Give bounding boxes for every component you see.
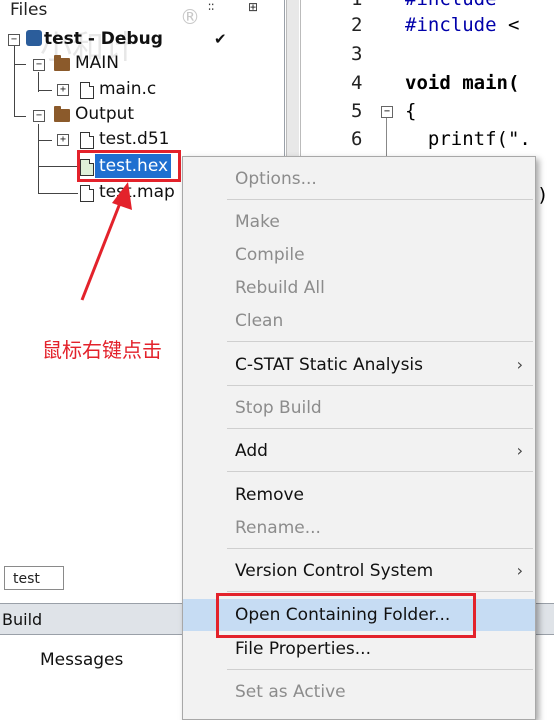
menu-separator (227, 591, 533, 592)
menu-item-stop-build[interactable]: Stop Build (183, 392, 535, 424)
menu-separator (227, 199, 533, 200)
menu-separator (227, 341, 533, 342)
messages-column-header[interactable]: Messages (40, 650, 123, 670)
line-number: 4 (351, 72, 363, 94)
submenu-chevron-icon: › (516, 441, 523, 460)
menu-item-rebuild-all[interactable]: Rebuild All (183, 272, 535, 304)
build-title: Build (2, 610, 43, 629)
menu-item-options[interactable]: Options... (183, 163, 535, 195)
highlight-box-open-containing-folder (216, 593, 476, 638)
menu-separator (227, 428, 533, 429)
menu-item-make[interactable]: Make (183, 206, 535, 238)
code-line: #include < (405, 14, 520, 36)
menu-separator (227, 669, 533, 670)
fold-toggle[interactable]: − (381, 106, 393, 118)
code-line: { (405, 100, 417, 122)
menu-separator (227, 471, 533, 472)
submenu-chevron-icon: › (516, 561, 523, 580)
line-number: 3 (351, 43, 363, 65)
menu-item-set-as-active[interactable]: Set as Active (183, 676, 535, 708)
menu-item-rename[interactable]: Rename... (183, 512, 535, 544)
line-number: 2 (351, 14, 363, 36)
menu-item-version-control[interactable]: Version Control System › (183, 555, 535, 587)
menu-item-clean[interactable]: Clean (183, 305, 535, 337)
menu-separator (227, 548, 533, 549)
annotation-text: 鼠标右键点击 (42, 338, 162, 362)
code-line: printf(". (405, 128, 531, 150)
code-line: ) (537, 184, 549, 206)
line-number: 6 (351, 128, 363, 150)
menu-item-c-stat[interactable]: C-STAT Static Analysis › (183, 349, 535, 381)
submenu-chevron-icon: › (516, 355, 523, 374)
menu-separator (227, 385, 533, 386)
line-number: 5 (351, 100, 363, 122)
menu-item-compile[interactable]: Compile (183, 239, 535, 271)
line-number: 1 (351, 0, 362, 10)
code-line: void main( (405, 72, 520, 94)
menu-item-remove[interactable]: Remove (183, 479, 535, 511)
menu-item-add[interactable]: Add › (183, 435, 535, 467)
code-line: #include (405, 0, 497, 10)
workspace-tab-test[interactable]: test (4, 566, 64, 590)
